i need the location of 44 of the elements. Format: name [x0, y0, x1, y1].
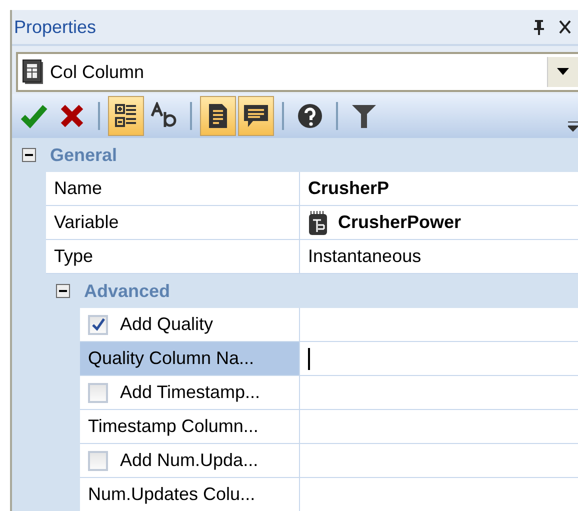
- value-field[interactable]: CrusherP: [300, 172, 578, 206]
- property-name[interactable]: Name: [46, 172, 300, 206]
- property-label: Add Quality: [120, 314, 214, 335]
- property-name[interactable]: Num.Updates Colu...: [80, 478, 300, 511]
- value-field[interactable]: [300, 308, 578, 342]
- value-field[interactable]: CrusherPower: [300, 206, 578, 240]
- pin-icon: [532, 19, 546, 35]
- speech-bubble-button[interactable]: [238, 96, 274, 136]
- cross-icon: [58, 102, 86, 130]
- document-button[interactable]: [200, 96, 236, 136]
- categorized-button[interactable]: [108, 96, 144, 136]
- checkmark-icon: [91, 318, 105, 332]
- value-field[interactable]: Instantaneous: [300, 240, 578, 274]
- checkbox[interactable]: [88, 382, 108, 402]
- property-row-cell[interactable]: Add Quality: [80, 308, 300, 342]
- collapse-button[interactable]: [56, 284, 70, 298]
- help-icon: [296, 102, 324, 130]
- property-row-cell[interactable]: Add Num.Upda...: [80, 444, 300, 478]
- dropdown-arrow-icon: [557, 68, 569, 76]
- value-field[interactable]: [300, 410, 578, 444]
- property-name[interactable]: Variable: [46, 206, 300, 240]
- object-selector[interactable]: Col Column: [16, 52, 578, 92]
- alphabetical-icon: [150, 102, 178, 130]
- filter-icon: [350, 102, 378, 130]
- property-row-cell[interactable]: Add Timestamp...: [80, 376, 300, 410]
- value-field[interactable]: [300, 342, 578, 376]
- value-field[interactable]: [300, 478, 578, 511]
- property-name[interactable]: Timestamp Column...: [80, 410, 300, 444]
- value-field[interactable]: [300, 444, 578, 478]
- checkbox[interactable]: [88, 450, 108, 470]
- overflow-icon: [568, 120, 578, 132]
- value-field[interactable]: [300, 376, 578, 410]
- property-label: Add Num.Upda...: [120, 450, 258, 471]
- panel-title: Properties: [14, 16, 98, 38]
- collapse-button[interactable]: [22, 148, 36, 162]
- close-icon: [558, 19, 572, 35]
- check-icon: [20, 102, 48, 130]
- property-label: Add Timestamp...: [120, 382, 260, 403]
- table-icon: [22, 59, 44, 85]
- category-label: General: [50, 144, 118, 166]
- property-name[interactable]: Quality Column Na...: [80, 342, 300, 376]
- property-name[interactable]: Type: [46, 240, 300, 274]
- category-label: Advanced: [84, 280, 170, 302]
- checkbox[interactable]: [88, 314, 108, 334]
